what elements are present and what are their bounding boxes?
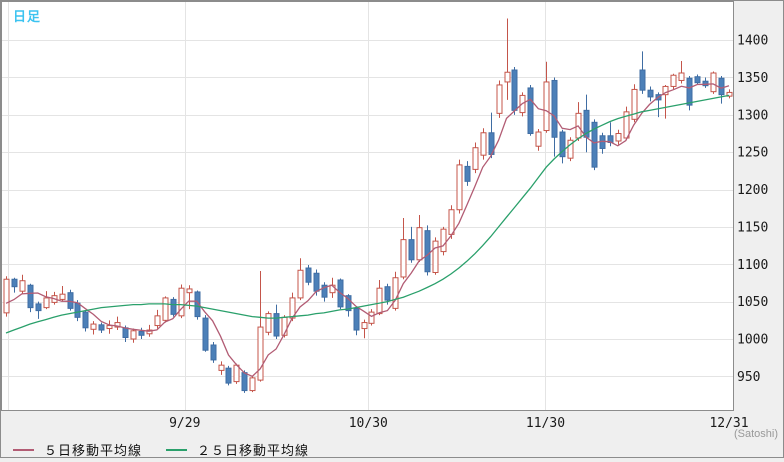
candle (257, 326, 264, 381)
candle (313, 272, 320, 292)
candle (210, 344, 217, 361)
candlestick-chart: 950 1000 1050 1100 1150 1200 1250 1300 1350 1400 9… (0, 0, 784, 462)
ma25-legend-line-icon (166, 448, 188, 451)
y-axis-label: 1050 (737, 295, 768, 310)
candle (472, 147, 479, 170)
candle (170, 298, 177, 315)
candle (154, 315, 161, 327)
y-axis-label: 1200 (737, 183, 768, 198)
candle (90, 323, 97, 330)
legend: ５日移動平均線 ２５日移動平均線 (13, 440, 333, 459)
candle (511, 69, 518, 111)
candle (82, 311, 89, 329)
candle (504, 71, 511, 83)
candle (138, 331, 145, 336)
candle (647, 89, 654, 98)
candle (639, 69, 646, 91)
ma25-legend-label: ２５日移動平均線 (197, 443, 310, 458)
x-axis-label: 11/30 (526, 416, 565, 431)
candle (448, 209, 455, 235)
candle (59, 293, 66, 300)
watermark-label: (Satoshi) (733, 428, 778, 440)
candle (416, 227, 423, 261)
candle (273, 313, 280, 337)
candle (74, 302, 81, 318)
candle (670, 74, 677, 87)
candle (297, 269, 304, 299)
candle (249, 377, 256, 392)
y-axis-label: 1150 (737, 220, 768, 235)
candle (67, 292, 74, 309)
y-axis-label: 1250 (737, 146, 768, 161)
candle (35, 303, 42, 312)
candle (19, 280, 26, 292)
y-axis-label: 1100 (737, 258, 768, 273)
candle (543, 81, 550, 132)
candle (384, 286, 391, 301)
y-axis-label: 950 (737, 370, 760, 385)
candle (456, 164, 463, 211)
ma5-legend-label: ５日移動平均線 (44, 443, 143, 458)
candle (241, 372, 248, 392)
y-axis-label: 1000 (737, 333, 768, 348)
candle (305, 267, 312, 283)
candle (3, 278, 10, 314)
candle (162, 297, 169, 321)
chart-period-label: 日足 (13, 9, 42, 24)
candle (106, 325, 113, 330)
candle (265, 313, 272, 333)
candle (178, 287, 185, 317)
candle (376, 287, 383, 315)
candle (11, 278, 18, 288)
candle (710, 72, 717, 93)
x-axis-label: 9/29 (169, 416, 200, 431)
candle (527, 87, 534, 135)
candle (218, 364, 225, 371)
candle (496, 84, 503, 114)
candle (464, 165, 471, 182)
y-axis-label: 1300 (737, 108, 768, 123)
candle (702, 80, 709, 87)
y-axis-label: 1350 (737, 71, 768, 86)
candle (122, 327, 129, 339)
candle (480, 132, 487, 156)
candle (718, 77, 725, 96)
candle (694, 76, 701, 84)
plot-background (2, 2, 733, 410)
candle (130, 330, 137, 340)
candle (615, 133, 622, 142)
candle (432, 240, 439, 274)
candle (202, 317, 209, 351)
ma5-legend-line-icon (13, 448, 34, 451)
candle (678, 72, 685, 81)
candle (98, 324, 105, 331)
candle (440, 228, 447, 253)
candle (408, 239, 415, 261)
candle (686, 77, 693, 106)
candle (400, 239, 407, 278)
candle (186, 288, 193, 294)
candle (424, 230, 431, 273)
x-axis-label: 10/30 (349, 416, 388, 431)
candle (233, 364, 240, 383)
daily-candlestick-chart-window: 950 1000 1050 1100 1150 1200 1250 1300 1350 1400 9… (0, 0, 784, 462)
candle (225, 367, 232, 384)
candle (43, 297, 50, 309)
candle (353, 307, 360, 331)
candle (361, 322, 368, 330)
y-axis-label: 1400 (737, 34, 768, 49)
candle (551, 79, 558, 138)
candle (27, 284, 34, 309)
candle (368, 311, 375, 324)
candle (392, 277, 399, 309)
candle (535, 131, 542, 147)
